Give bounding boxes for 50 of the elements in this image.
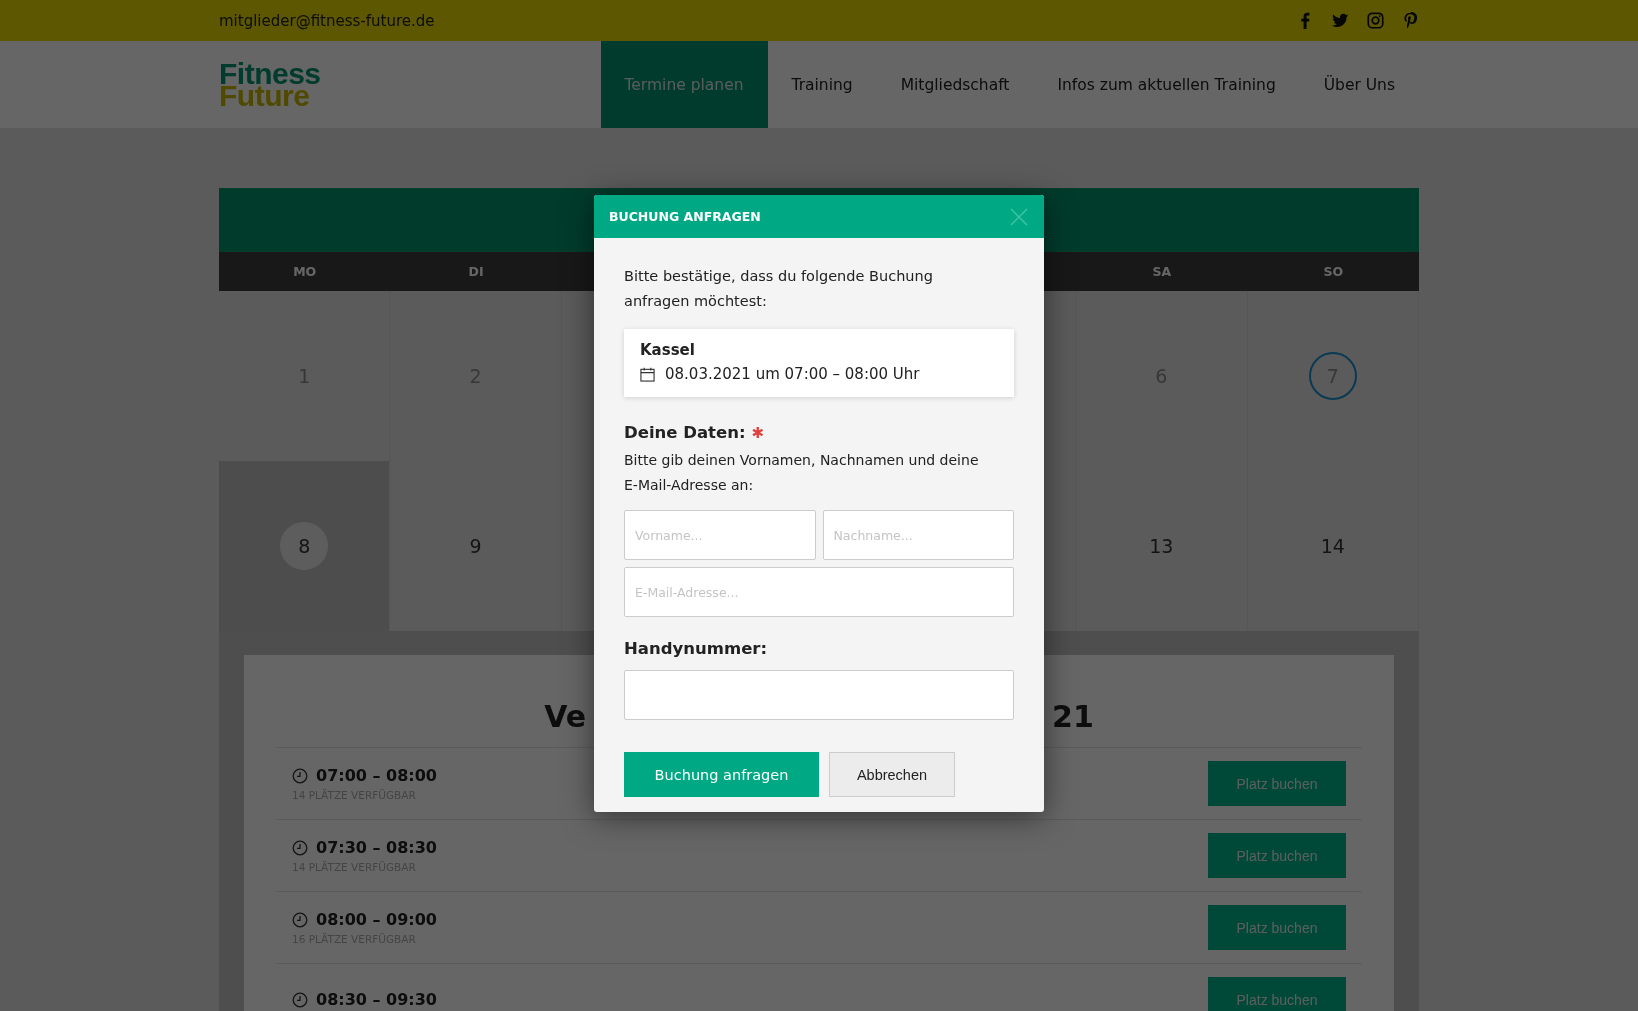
slot-time: 07:30 – 08:30 [316, 838, 437, 857]
clock-icon [292, 911, 308, 928]
slot-time: 08:00 – 09:00 [316, 910, 437, 929]
weekday-label: SA [1152, 264, 1172, 279]
phone-label: Handynummer: [624, 639, 768, 658]
day-number[interactable]: 13 [1137, 522, 1186, 570]
slot-time: 07:00 – 08:00 [316, 766, 437, 785]
book-slot-button[interactable]: Platz buchen [1208, 761, 1346, 806]
slots-title: Ve [544, 698, 587, 734]
nav-item[interactable]: Training [767, 41, 877, 128]
nav-item[interactable]: Über Uns [1299, 41, 1419, 128]
instagram-icon[interactable] [1367, 12, 1384, 29]
calendar-icon [640, 366, 655, 382]
book-slot-button[interactable]: Platz buchen [1208, 833, 1346, 878]
nav-item[interactable]: Termine planen [600, 41, 768, 128]
clock-icon [292, 839, 308, 856]
nav-item[interactable]: Mitgliedschaft [876, 41, 1034, 128]
section-heading: Deine Daten: [624, 423, 746, 442]
day-number[interactable]: 9 [451, 522, 500, 570]
calendar-cell[interactable]: 13 [1076, 461, 1248, 631]
phone-field[interactable] [624, 670, 1014, 720]
dialog-title: BUCHUNG ANFRAGEN [609, 209, 761, 224]
input-field[interactable]: Nachname... [822, 510, 1014, 560]
location-name: Kassel [640, 341, 695, 359]
nav-item[interactable]: Infos zum aktuellen Training [1033, 41, 1300, 128]
required-mark: ✱ [751, 423, 765, 442]
weekday-label: MO [293, 264, 317, 279]
input-field[interactable]: Vorname... [624, 510, 816, 560]
hint-text: Bitte gib deinen Vornamen, Nachnamen und deine E-Mail-Adresse an: [624, 451, 980, 495]
clock-icon [292, 767, 308, 784]
booking-datetime: 08.03.2021 um 07:00 – 08:00 Uhr [665, 365, 920, 383]
calendar-cell[interactable]: 9 [390, 461, 562, 631]
email-link[interactable]: mitglieder@fitness-future.de [219, 11, 435, 30]
clock-icon [292, 991, 308, 1008]
weekday-label: DI [468, 264, 484, 279]
day-number[interactable]: 14 [1308, 522, 1357, 570]
pinterest-icon[interactable] [1402, 12, 1419, 29]
request-booking-button[interactable]: Buchung anfragen [624, 752, 819, 797]
weekday-label: SO [1323, 264, 1344, 279]
twitter-icon[interactable] [1332, 12, 1349, 29]
input-field[interactable]: E-Mail-Adresse... [624, 567, 1014, 617]
slots-title: 21 [1052, 698, 1094, 734]
book-slot-button[interactable]: Platz buchen [1208, 977, 1346, 1011]
logo[interactable]: Fitness Future [219, 41, 321, 128]
intro-text: Bitte bestätige, dass du folgende Buchung anfragen möchtest: [624, 267, 934, 311]
day-number[interactable]: 8 [280, 522, 329, 570]
cancel-button[interactable]: Abbrechen [829, 752, 955, 797]
calendar-cell[interactable]: 14 [1247, 461, 1419, 631]
slot-time: 08:30 – 09:30 [316, 990, 437, 1009]
book-slot-button[interactable]: Platz buchen [1208, 905, 1346, 950]
